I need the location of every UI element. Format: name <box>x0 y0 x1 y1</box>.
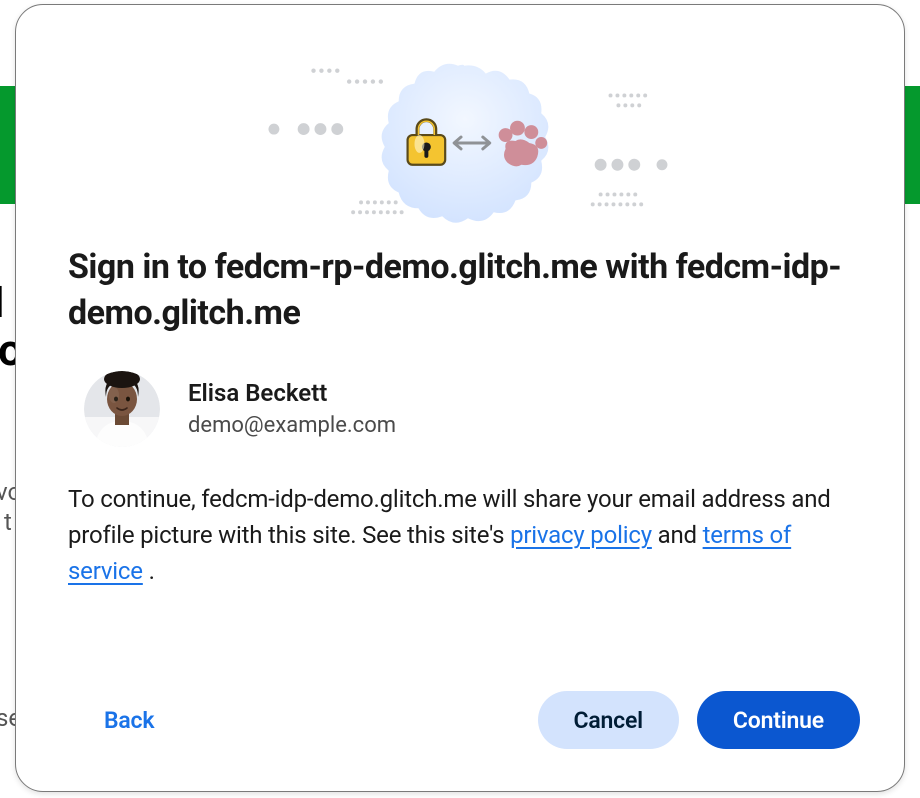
disclosure-and: and <box>658 521 703 549</box>
account-email: demo@example.com <box>188 413 396 438</box>
cancel-button[interactable]: Cancel <box>538 691 679 749</box>
dialog-title: Sign in to fedcm-rp-demo.glitch.me with … <box>68 245 858 337</box>
continue-button[interactable]: Continue <box>697 691 860 749</box>
disclosure-suffix: . <box>149 557 155 585</box>
account-name: Elisa Beckett <box>188 379 396 407</box>
avatar <box>84 371 160 447</box>
account-row: Elisa Beckett demo@example.com <box>68 371 860 447</box>
back-button[interactable]: Back <box>68 691 190 749</box>
disclosure-text: To continue, fedcm-idp-demo.glitch.me wi… <box>68 481 860 589</box>
signin-dialog: Sign in to fedcm-rp-demo.glitch.me with … <box>15 4 905 792</box>
dialog-illustration <box>68 45 860 235</box>
privacy-policy-link[interactable]: privacy policy <box>510 521 652 549</box>
bg-text: I <box>0 276 5 329</box>
bg-text: t <box>4 508 12 536</box>
button-row: Back Cancel Continue <box>68 691 860 749</box>
